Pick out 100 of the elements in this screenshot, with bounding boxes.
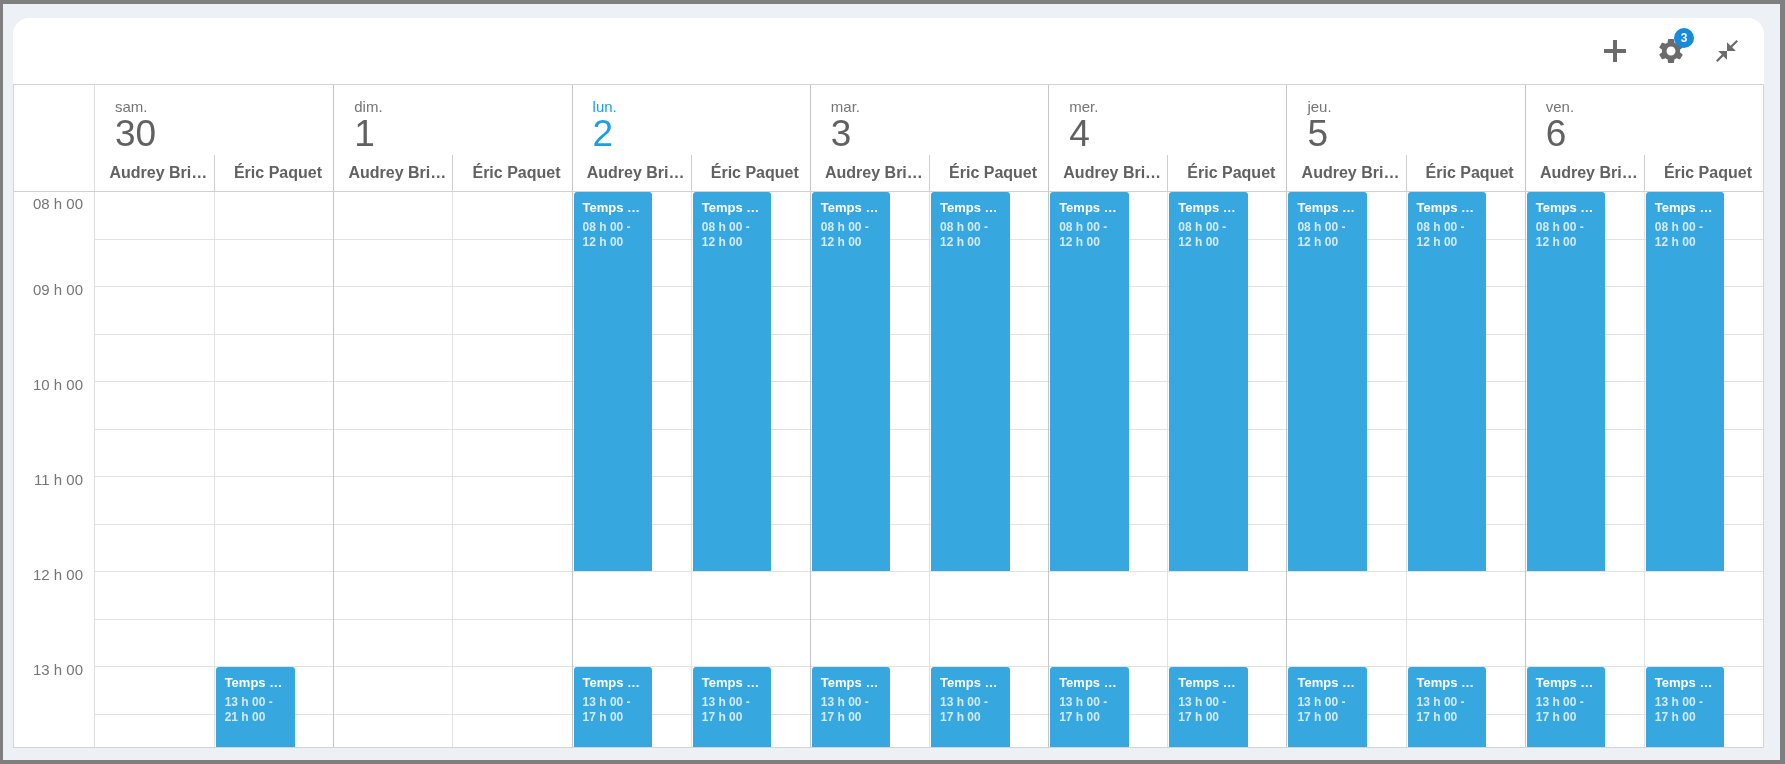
time-label: 11 h 00	[34, 472, 83, 488]
date-number: 3	[830, 115, 852, 153]
event-card[interactable]: Temps … 13 h 00 - 17 h 00	[692, 667, 772, 747]
event-time: 13 h 00 - 17 h 00	[1416, 695, 1466, 725]
event-time: 08 h 00 - 12 h 00	[701, 220, 751, 250]
event-card[interactable]: Temps … 13 h 00 - 17 h 00	[1050, 667, 1129, 747]
event-title: Temps …	[1654, 200, 1714, 216]
resource-name: Éric Paquet	[710, 164, 799, 182]
weekday-label: lun.	[592, 99, 617, 115]
resource-name: Éric Paquet	[1663, 164, 1752, 182]
event-time: 13 h 00 - 17 h 00	[582, 695, 632, 725]
event-card[interactable]: Temps … 13 h 00 - 21 h 00	[215, 667, 295, 747]
resource-name: Éric Paquet	[233, 164, 322, 182]
resource-name: Audrey Bri…	[825, 164, 923, 182]
event-title: Temps …	[820, 200, 880, 216]
event-card[interactable]: Temps … 13 h 00 - 17 h 00	[1288, 667, 1367, 747]
event-card[interactable]: Temps … 13 h 00 - 17 h 00	[1169, 667, 1248, 747]
event-time: 08 h 00 - 12 h 00	[1654, 220, 1704, 250]
weekday-label: jeu.	[1307, 99, 1332, 115]
event-title: Temps …	[1059, 675, 1118, 691]
event-card[interactable]: Temps … 13 h 00 - 17 h 00	[811, 667, 891, 747]
event-time: 13 h 00 - 17 h 00	[1654, 695, 1704, 725]
event-card[interactable]: Temps … 13 h 00 - 17 h 00	[931, 667, 1010, 747]
event-time: 13 h 00 - 17 h 00	[1059, 695, 1109, 725]
event-time: 08 h 00 - 12 h 00	[1297, 220, 1347, 250]
event-title: Temps …	[940, 675, 999, 691]
event-card[interactable]: Temps … 08 h 00 - 12 h 00	[931, 192, 1010, 571]
event-card[interactable]: Temps … 08 h 00 - 12 h 00	[1407, 192, 1487, 571]
event-card[interactable]: Temps … 08 h 00 - 12 h 00	[1050, 192, 1129, 571]
resource-name: Audrey Bri…	[1301, 164, 1400, 182]
weekday-label: dim.	[354, 99, 383, 115]
event-time: 13 h 00 - 21 h 00	[224, 695, 274, 725]
event-title: Temps …	[1416, 675, 1476, 691]
event-title: Temps …	[1297, 675, 1356, 691]
resource-name: Éric Paquet	[949, 164, 1038, 182]
event-title: Temps …	[1178, 675, 1237, 691]
event-time: 08 h 00 - 12 h 00	[1059, 220, 1109, 250]
event-card[interactable]: Temps … 13 h 00 - 17 h 00	[1407, 667, 1487, 747]
event-card[interactable]: Temps … 08 h 00 - 12 h 00	[1526, 192, 1606, 571]
event-title: Temps …	[224, 675, 284, 691]
event-title: Temps …	[1535, 675, 1595, 691]
time-label: 13 h 00	[32, 662, 83, 678]
time-label: 10 h 00	[32, 377, 83, 393]
event-time: 13 h 00 - 17 h 00	[1178, 695, 1228, 725]
date-number: 2	[592, 115, 614, 153]
event-title: Temps …	[820, 675, 880, 691]
plus-icon	[1604, 40, 1626, 62]
event-card[interactable]: Temps … 08 h 00 - 12 h 00	[573, 192, 653, 571]
weekday-label: sam.	[115, 99, 148, 115]
date-number: 1	[354, 115, 375, 153]
event-title: Temps …	[1059, 200, 1118, 216]
event-card[interactable]: Temps … 08 h 00 - 12 h 00	[1288, 192, 1367, 571]
event-title: Temps …	[1178, 200, 1237, 216]
event-time: 08 h 00 - 12 h 00	[820, 220, 870, 250]
resource-name: Éric Paquet	[472, 164, 561, 182]
time-label: 12 h 00	[32, 567, 83, 583]
event-card[interactable]: Temps … 13 h 00 - 17 h 00	[1645, 667, 1725, 747]
event-time: 08 h 00 - 12 h 00	[582, 220, 632, 250]
event-card[interactable]: Temps … 13 h 00 - 17 h 00	[1526, 667, 1606, 747]
weekday-label: mer.	[1069, 99, 1099, 115]
event-title: Temps …	[701, 675, 761, 691]
event-card[interactable]: Temps … 08 h 00 - 12 h 00	[692, 192, 772, 571]
event-title: Temps …	[701, 200, 761, 216]
arrows-inward-icon	[1716, 40, 1738, 62]
date-number: 4	[1069, 115, 1090, 153]
event-time: 13 h 00 - 17 h 00	[820, 695, 870, 725]
event-time: 08 h 00 - 12 h 00	[1535, 220, 1585, 250]
settings-button[interactable]: 3	[1647, 27, 1695, 75]
time-label: 09 h 00	[32, 282, 83, 298]
weekday-label: mar.	[830, 99, 861, 115]
event-title: Temps …	[1416, 200, 1476, 216]
event-time: 13 h 00 - 17 h 00	[1297, 695, 1347, 725]
event-card[interactable]: Temps … 13 h 00 - 17 h 00	[573, 667, 653, 747]
event-title: Temps …	[582, 675, 642, 691]
event-time: 08 h 00 - 12 h 00	[1178, 220, 1228, 250]
event-time: 13 h 00 - 17 h 00	[1535, 695, 1585, 725]
resource-name: Audrey Bri…	[586, 164, 685, 182]
event-card[interactable]: Temps … 08 h 00 - 12 h 00	[1645, 192, 1725, 571]
event-title: Temps …	[1535, 200, 1595, 216]
event-title: Temps …	[940, 200, 999, 216]
resource-name: Audrey Bri…	[348, 164, 447, 182]
resource-name: Audrey Bri…	[1063, 164, 1162, 182]
count-badge: 3	[1674, 28, 1694, 48]
event-title: Temps …	[582, 200, 642, 216]
date-number: 30	[115, 115, 157, 153]
event-card[interactable]: Temps … 08 h 00 - 12 h 00	[1169, 192, 1248, 571]
event-time: 13 h 00 - 17 h 00	[940, 695, 990, 725]
event-title: Temps …	[1654, 675, 1714, 691]
resource-name: Audrey Bri…	[1539, 164, 1638, 182]
date-number: 5	[1307, 115, 1328, 153]
time-label: 08 h 00	[32, 196, 83, 212]
weekday-label: ven.	[1545, 99, 1575, 115]
resource-name: Éric Paquet	[1187, 164, 1276, 182]
event-time: 08 h 00 - 12 h 00	[940, 220, 990, 250]
settings-icon	[1659, 39, 1683, 63]
resource-name: Éric Paquet	[1425, 164, 1514, 182]
event-title: Temps …	[1297, 200, 1356, 216]
event-time: 08 h 00 - 12 h 00	[1416, 220, 1466, 250]
resource-name: Audrey Bri…	[109, 164, 208, 182]
event-card[interactable]: Temps … 08 h 00 - 12 h 00	[811, 192, 891, 571]
